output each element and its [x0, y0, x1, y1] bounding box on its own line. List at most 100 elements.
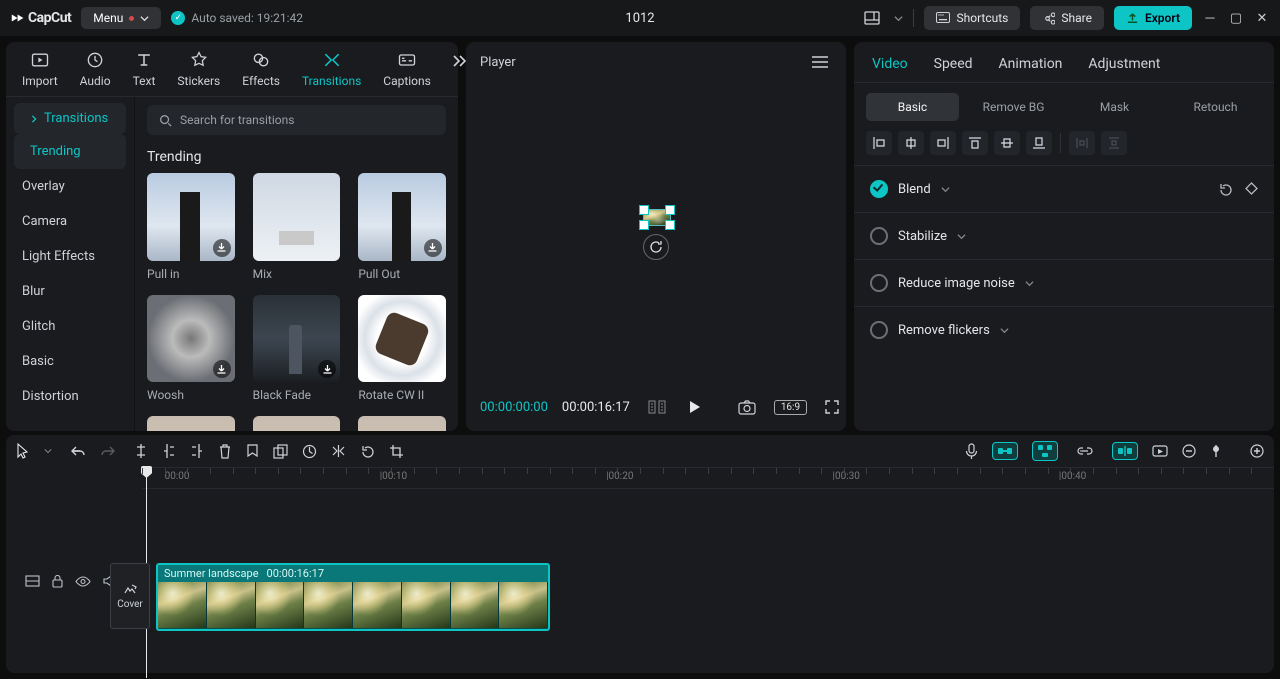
- transition-item[interactable]: Mix: [253, 173, 341, 281]
- transition-item[interactable]: Pull in: [147, 173, 235, 281]
- zoom-out-icon[interactable]: [1182, 444, 1196, 458]
- pointer-tool-icon[interactable]: [16, 443, 30, 459]
- magnet-main-icon[interactable]: [992, 442, 1018, 460]
- snap-icon[interactable]: [1112, 442, 1138, 460]
- redo-icon[interactable]: [100, 444, 116, 458]
- category-basic[interactable]: Basic: [6, 344, 134, 379]
- library-tab-effects[interactable]: Effects: [234, 48, 288, 96]
- trim-right-icon[interactable]: [190, 443, 204, 459]
- close-button[interactable]: ✕: [1254, 11, 1270, 26]
- inspector-sub-remove-bg[interactable]: Remove BG: [967, 93, 1060, 121]
- checkbox[interactable]: [870, 321, 888, 339]
- align-hcenter-icon[interactable]: [898, 131, 924, 155]
- category-header[interactable]: Transitions: [14, 103, 126, 134]
- inspector-tab-adjustment[interactable]: Adjustment: [1088, 56, 1160, 72]
- duplicate-icon[interactable]: [273, 444, 288, 459]
- export-button[interactable]: Export: [1114, 6, 1192, 30]
- property-blend[interactable]: Blend: [854, 165, 1274, 212]
- undo-icon[interactable]: [70, 444, 86, 458]
- compare-icon[interactable]: [644, 396, 670, 418]
- download-icon[interactable]: [213, 239, 231, 257]
- align-top-icon[interactable]: [962, 131, 988, 155]
- library-tab-import[interactable]: Import: [14, 48, 66, 96]
- keyframe-icon[interactable]: [1245, 182, 1258, 197]
- transition-item[interactable]: [358, 416, 446, 431]
- inspector-tab-video[interactable]: Video: [872, 56, 908, 72]
- library-tab-text[interactable]: Text: [125, 48, 164, 96]
- category-camera[interactable]: Camera: [6, 204, 134, 239]
- mic-icon[interactable]: [965, 443, 978, 460]
- category-trending[interactable]: Trending: [14, 134, 126, 169]
- chevron-down-icon[interactable]: [1000, 326, 1009, 335]
- category-glitch[interactable]: Glitch: [6, 309, 134, 344]
- property-stabilize[interactable]: Stabilize: [854, 212, 1274, 259]
- minimize-button[interactable]: ─: [1202, 10, 1218, 26]
- library-tab-stickers[interactable]: Stickers: [169, 48, 228, 96]
- crop-icon[interactable]: [389, 444, 404, 459]
- share-button[interactable]: Share: [1030, 6, 1104, 30]
- shortcuts-button[interactable]: Shortcuts: [924, 6, 1020, 30]
- preview-render-icon[interactable]: [1152, 445, 1168, 458]
- play-button[interactable]: [684, 396, 706, 418]
- category-blur[interactable]: Blur: [6, 274, 134, 309]
- refresh-icon[interactable]: [643, 234, 669, 260]
- library-tab-audio[interactable]: Audio: [72, 48, 119, 96]
- checkbox[interactable]: [870, 274, 888, 292]
- align-left-icon[interactable]: [866, 131, 892, 155]
- inspector-sub-retouch[interactable]: Retouch: [1169, 93, 1262, 121]
- maximize-button[interactable]: ▢: [1228, 11, 1244, 26]
- transition-item[interactable]: [147, 416, 235, 431]
- category-overlay[interactable]: Overlay: [6, 169, 134, 204]
- zoom-in-icon[interactable]: [1250, 444, 1264, 458]
- lock-icon[interactable]: [52, 575, 63, 588]
- download-icon[interactable]: [318, 360, 336, 378]
- align-bottom-icon[interactable]: [1026, 131, 1052, 155]
- rotate-icon[interactable]: [360, 444, 375, 459]
- transition-item[interactable]: Pull Out: [358, 173, 446, 281]
- category-distortion[interactable]: Distortion: [6, 379, 134, 414]
- chevron-down-icon[interactable]: [1025, 279, 1034, 288]
- magnet-track-icon[interactable]: [1032, 441, 1058, 461]
- inspector-tab-animation[interactable]: Animation: [999, 56, 1063, 72]
- inspector-tab-speed[interactable]: Speed: [934, 56, 973, 72]
- mirror-icon[interactable]: [331, 444, 346, 458]
- fullscreen-icon[interactable]: [821, 396, 843, 418]
- visibility-icon[interactable]: [75, 576, 91, 587]
- snapshot-icon[interactable]: [734, 395, 760, 419]
- library-tab-transitions[interactable]: Transitions: [294, 48, 369, 96]
- layout-icon[interactable]: [860, 7, 884, 29]
- trim-left-icon[interactable]: [162, 443, 176, 459]
- inspector-sub-basic[interactable]: Basic: [866, 93, 959, 121]
- zoom-slider-icon[interactable]: [1210, 443, 1222, 459]
- align-vcenter-icon[interactable]: [994, 131, 1020, 155]
- transition-item[interactable]: Rotate CW II: [358, 295, 446, 403]
- search-input[interactable]: Search for transitions: [147, 105, 446, 135]
- toggle-adjustment-icon[interactable]: [25, 575, 40, 587]
- transition-item[interactable]: Black Fade: [253, 295, 341, 403]
- download-icon[interactable]: [424, 239, 442, 257]
- inspector-sub-mask[interactable]: Mask: [1068, 93, 1161, 121]
- align-right-icon[interactable]: [930, 131, 956, 155]
- transition-item[interactable]: [253, 416, 341, 431]
- checkbox[interactable]: [870, 227, 888, 245]
- property-remove-flickers[interactable]: Remove flickers: [854, 306, 1274, 353]
- delete-icon[interactable]: [218, 444, 232, 459]
- download-icon[interactable]: [213, 360, 231, 378]
- chevron-down-icon[interactable]: [957, 232, 966, 241]
- marker-icon[interactable]: [246, 444, 259, 459]
- link-icon[interactable]: [1072, 444, 1098, 458]
- cover-button[interactable]: Cover: [110, 563, 150, 629]
- aspect-ratio[interactable]: 16:9: [774, 400, 807, 415]
- category-light-effects[interactable]: Light Effects: [6, 239, 134, 274]
- preview-canvas[interactable]: [643, 209, 671, 226]
- checkbox[interactable]: [870, 180, 888, 198]
- split-icon[interactable]: [134, 443, 148, 459]
- chevron-down-icon[interactable]: [44, 447, 52, 455]
- reverse-icon[interactable]: [302, 444, 317, 459]
- library-tab-captions[interactable]: Captions: [375, 48, 439, 96]
- chevron-down-icon[interactable]: [941, 185, 950, 194]
- menu-button[interactable]: Menu: [81, 7, 161, 29]
- timeline-clip[interactable]: Summer landscape00:00:16:17: [156, 563, 550, 631]
- property-reduce-image-noise[interactable]: Reduce image noise: [854, 259, 1274, 306]
- player-menu-icon[interactable]: [808, 52, 832, 72]
